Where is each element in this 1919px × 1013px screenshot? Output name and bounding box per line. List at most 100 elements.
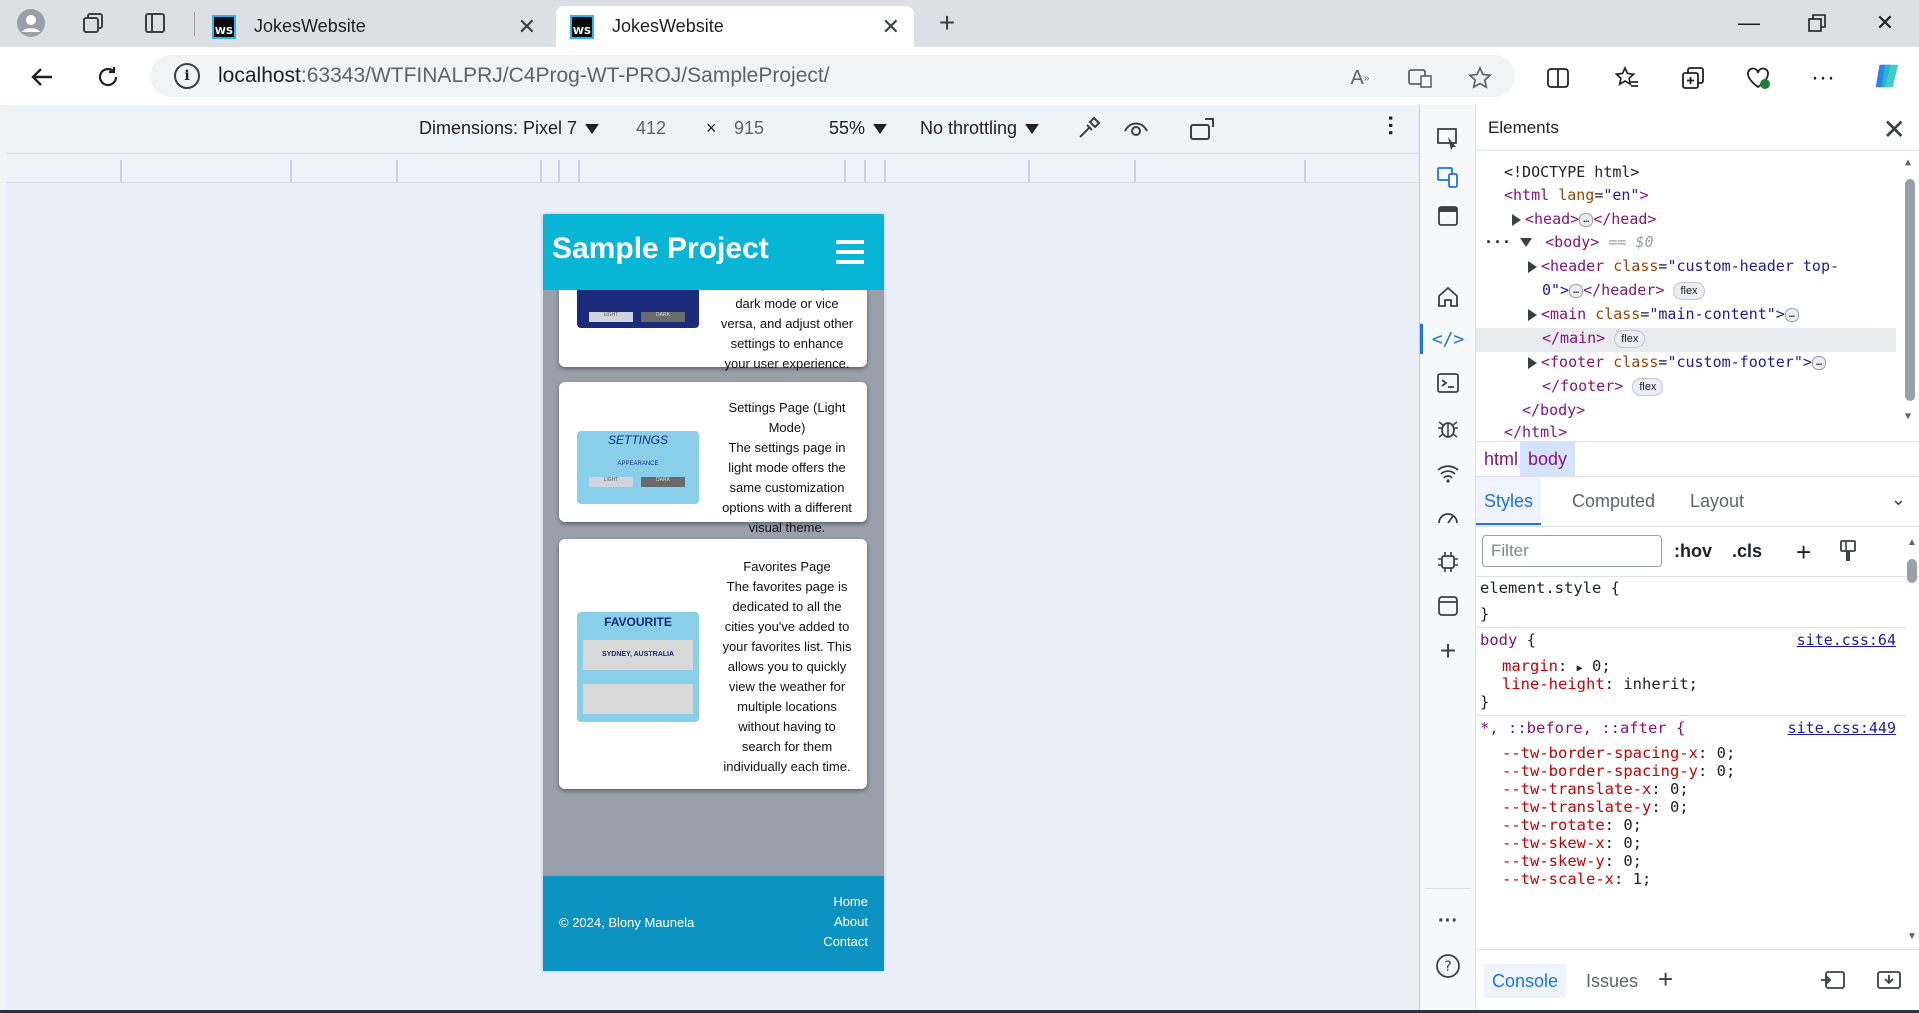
performance-gauge-icon[interactable] xyxy=(1432,502,1464,534)
more-tools-plus-icon[interactable]: + xyxy=(1432,635,1464,667)
rotate-device-icon[interactable] xyxy=(1189,117,1217,146)
styles-scroll-thumb[interactable] xyxy=(1907,559,1917,583)
styles-filter-input[interactable]: Filter xyxy=(1482,535,1662,567)
dom-html-close[interactable]: </html> xyxy=(1504,421,1567,443)
new-style-rule-icon[interactable]: + xyxy=(1796,537,1811,568)
tab-issues[interactable]: Issues xyxy=(1578,964,1646,998)
back-arrow-icon[interactable] xyxy=(24,59,60,95)
collapsed-ellipsis[interactable]: … xyxy=(1784,307,1799,322)
refresh-icon[interactable] xyxy=(90,59,126,95)
flex-badge[interactable]: flex xyxy=(1614,329,1646,348)
tab-styles[interactable]: Styles xyxy=(1476,477,1542,525)
add-drawer-tab-icon[interactable]: + xyxy=(1658,964,1673,995)
tab-jokeswebsite-1[interactable]: WS JokesWebsite ✕ xyxy=(198,6,550,47)
collapse-triangle-icon[interactable] xyxy=(1520,238,1533,247)
network-wifi-icon[interactable] xyxy=(1432,457,1464,489)
favorite-star-icon[interactable] xyxy=(1465,63,1495,93)
tab-jokeswebsite-2[interactable]: WS JokesWebsite ✕ xyxy=(556,6,914,47)
breadcrumb-html[interactable]: html xyxy=(1476,442,1526,476)
window-close-icon[interactable]: ✕ xyxy=(1850,6,1919,40)
footer-link-home[interactable]: Home xyxy=(833,894,868,909)
dimensions-select[interactable]: Dimensions: Pixel 7 xyxy=(419,118,600,139)
split-screen-icon[interactable] xyxy=(1543,63,1573,93)
dom-footer-node[interactable]: <footer class="custom-footer">… xyxy=(1528,351,1826,373)
vertical-tabs-icon[interactable] xyxy=(138,8,172,38)
dom-main-node-cont[interactable]: </main> flex xyxy=(1542,327,1646,349)
width-input[interactable]: 412 xyxy=(636,118,666,139)
paint-brush-icon[interactable] xyxy=(1838,539,1858,568)
prop-tw-var[interactable]: --tw-scale-x: 1; xyxy=(1502,868,1651,890)
height-input[interactable]: 915 xyxy=(734,118,764,139)
collections-add-icon[interactable] xyxy=(1678,63,1708,93)
collections-icon[interactable] xyxy=(76,8,110,38)
more-activity-icon[interactable]: ··· xyxy=(1432,905,1464,937)
browser-essentials-icon[interactable] xyxy=(1743,63,1773,93)
collapsed-ellipsis[interactable]: … xyxy=(1579,212,1594,227)
footer-link-about[interactable]: About xyxy=(834,914,868,929)
dock-bottom-icon[interactable] xyxy=(1876,970,1902,995)
dom-header-node-cont[interactable]: 0">… </header> flex xyxy=(1542,279,1705,301)
hamburger-menu-icon[interactable] xyxy=(836,240,864,264)
expand-triangle-icon[interactable] xyxy=(1528,356,1537,369)
sources-bug-icon[interactable] xyxy=(1432,412,1464,444)
zoom-select[interactable]: 55% xyxy=(829,118,888,139)
favorites-icon[interactable] xyxy=(1612,63,1642,93)
tab-layout[interactable]: Layout xyxy=(1682,477,1752,525)
memory-chip-icon[interactable] xyxy=(1432,546,1464,578)
prop-line-height[interactable]: line-height: inherit; xyxy=(1502,673,1698,695)
console-icon[interactable] xyxy=(1432,367,1464,399)
device-more-icon[interactable]: ··· xyxy=(1378,115,1403,137)
copilot-icon[interactable] xyxy=(1872,61,1902,91)
close-icon[interactable]: ✕ xyxy=(882,14,900,40)
inspect-element-icon[interactable] xyxy=(1432,123,1464,155)
tab-console[interactable]: Console xyxy=(1484,964,1567,998)
rule-universal-selector[interactable]: *, ::before, ::after { xyxy=(1480,717,1685,739)
rule-body-selector[interactable]: body { xyxy=(1480,629,1536,651)
flex-badge[interactable]: flex xyxy=(1632,377,1664,396)
eyedropper-icon[interactable] xyxy=(1076,115,1102,146)
new-tab-icon[interactable]: + xyxy=(930,7,964,38)
window-layout-icon[interactable] xyxy=(1432,200,1464,232)
profile-icon[interactable] xyxy=(14,8,48,38)
application-icon[interactable] xyxy=(1432,590,1464,622)
dom-html-node[interactable]: <html lang="en"> xyxy=(1504,184,1649,206)
welcome-home-icon[interactable] xyxy=(1432,281,1464,313)
help-icon[interactable]: ? xyxy=(1432,950,1464,982)
read-aloud-icon[interactable]: A» xyxy=(1345,63,1375,93)
footer-link-contact[interactable]: Contact xyxy=(823,934,868,949)
dom-head-node[interactable]: <head>… </head> xyxy=(1512,208,1656,230)
close-panel-icon[interactable]: ✕ xyxy=(1883,113,1906,146)
tab-computed[interactable]: Computed xyxy=(1564,477,1663,525)
dom-body-node[interactable]: ··· <body> == $0 xyxy=(1484,231,1654,253)
site-info-icon[interactable]: i xyxy=(174,63,200,89)
class-toggle-button[interactable]: .cls xyxy=(1732,541,1762,562)
expand-triangle-icon[interactable] xyxy=(1528,308,1537,321)
source-link-universal[interactable]: site.css:449 xyxy=(1788,719,1896,737)
dom-scroll-thumb[interactable] xyxy=(1905,179,1915,401)
dom-body-close[interactable]: </body> xyxy=(1522,399,1585,421)
collapsed-ellipsis[interactable]: … xyxy=(1569,283,1584,298)
dom-header-node[interactable]: <header class="custom-header top- xyxy=(1528,255,1839,277)
flex-badge[interactable]: flex xyxy=(1673,281,1705,300)
dom-doctype[interactable]: <!DOCTYPE html> xyxy=(1504,161,1639,183)
expand-triangle-icon[interactable] xyxy=(1512,213,1521,226)
chevron-down-icon[interactable]: ⌄ xyxy=(1891,489,1906,510)
source-link-body[interactable]: site.css:64 xyxy=(1797,631,1896,649)
minimize-icon[interactable]: — xyxy=(1714,6,1784,40)
throttling-select[interactable]: No throttling xyxy=(920,118,1040,139)
expand-triangle-icon[interactable] xyxy=(1528,260,1537,273)
elements-code-icon[interactable]: </> xyxy=(1432,323,1465,355)
dom-footer-node-cont[interactable]: </footer> flex xyxy=(1542,375,1664,397)
more-options-icon[interactable]: ··· xyxy=(1808,63,1838,93)
address-bar[interactable]: i localhost:63343/WTFINALPRJ/C4Prog-WT-P… xyxy=(150,55,1515,97)
rule-element-style[interactable]: element.style { xyxy=(1480,577,1620,599)
dom-scrollbar[interactable]: ▲ ▼ xyxy=(1904,157,1916,429)
hover-state-button[interactable]: :hov xyxy=(1674,541,1712,562)
dom-main-node[interactable]: <main class="main-content">… xyxy=(1528,303,1799,325)
breadcrumb-body[interactable]: body xyxy=(1520,442,1576,476)
collapsed-ellipsis[interactable]: … xyxy=(1811,355,1826,370)
close-icon[interactable]: ✕ xyxy=(518,14,536,40)
restore-icon[interactable] xyxy=(1782,6,1852,40)
styles-scrollbar[interactable]: ▲ ▼ xyxy=(1906,537,1918,945)
vision-eye-icon[interactable] xyxy=(1123,117,1149,144)
